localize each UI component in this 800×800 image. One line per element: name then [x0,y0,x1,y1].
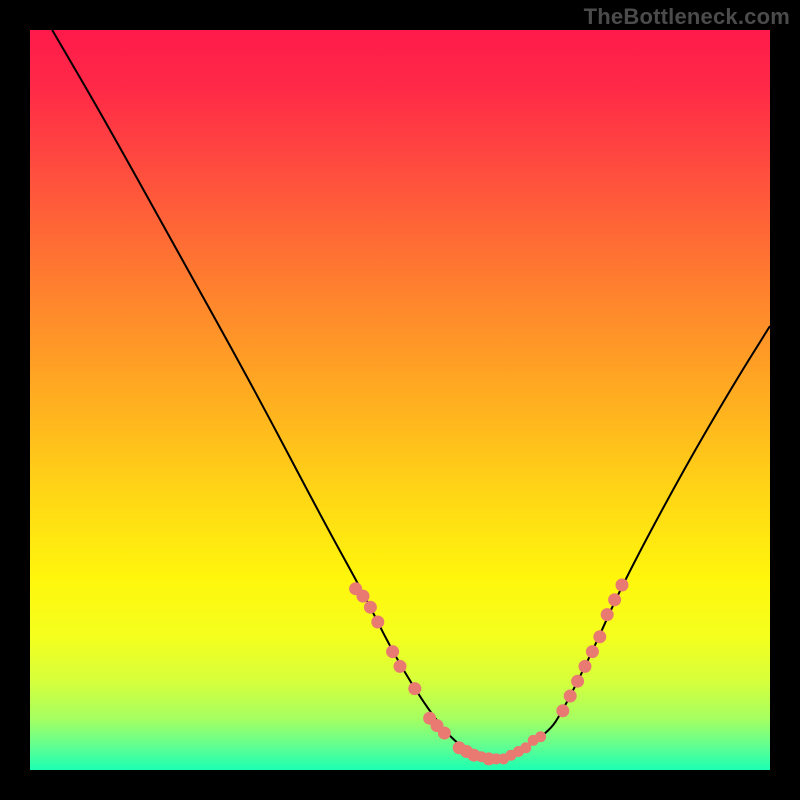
data-point [438,727,450,739]
chart-frame: TheBottleneck.com [0,0,800,800]
dots-bottom [469,732,546,764]
data-point [528,735,538,745]
bottleneck-curve [52,30,770,758]
data-point [364,601,376,613]
data-point [394,660,406,672]
data-point [357,590,369,602]
data-point [424,712,436,724]
data-point [586,646,598,658]
data-point [564,690,576,702]
dots-right [557,579,628,717]
data-point [616,579,628,591]
data-point [499,754,509,764]
data-point [491,754,501,764]
data-point [601,609,613,621]
data-point [461,746,473,758]
data-point [350,583,362,595]
data-point [387,646,399,658]
chart-svg [30,30,770,770]
watermark-text: TheBottleneck.com [584,4,790,30]
data-point [476,752,486,762]
data-point [536,732,546,742]
data-point [572,675,584,687]
data-point [506,750,516,760]
plot-area [30,30,770,770]
data-point [579,660,591,672]
data-point [372,616,384,628]
data-point [594,631,606,643]
data-point [521,743,531,753]
data-point [453,742,465,754]
data-point [557,705,569,717]
data-point [483,753,495,765]
data-point [409,683,421,695]
data-point [468,749,480,761]
data-point [484,754,494,764]
data-point [431,720,443,732]
dots-left [350,583,495,765]
data-point [513,747,523,757]
data-point [609,594,621,606]
data-point [469,750,479,760]
